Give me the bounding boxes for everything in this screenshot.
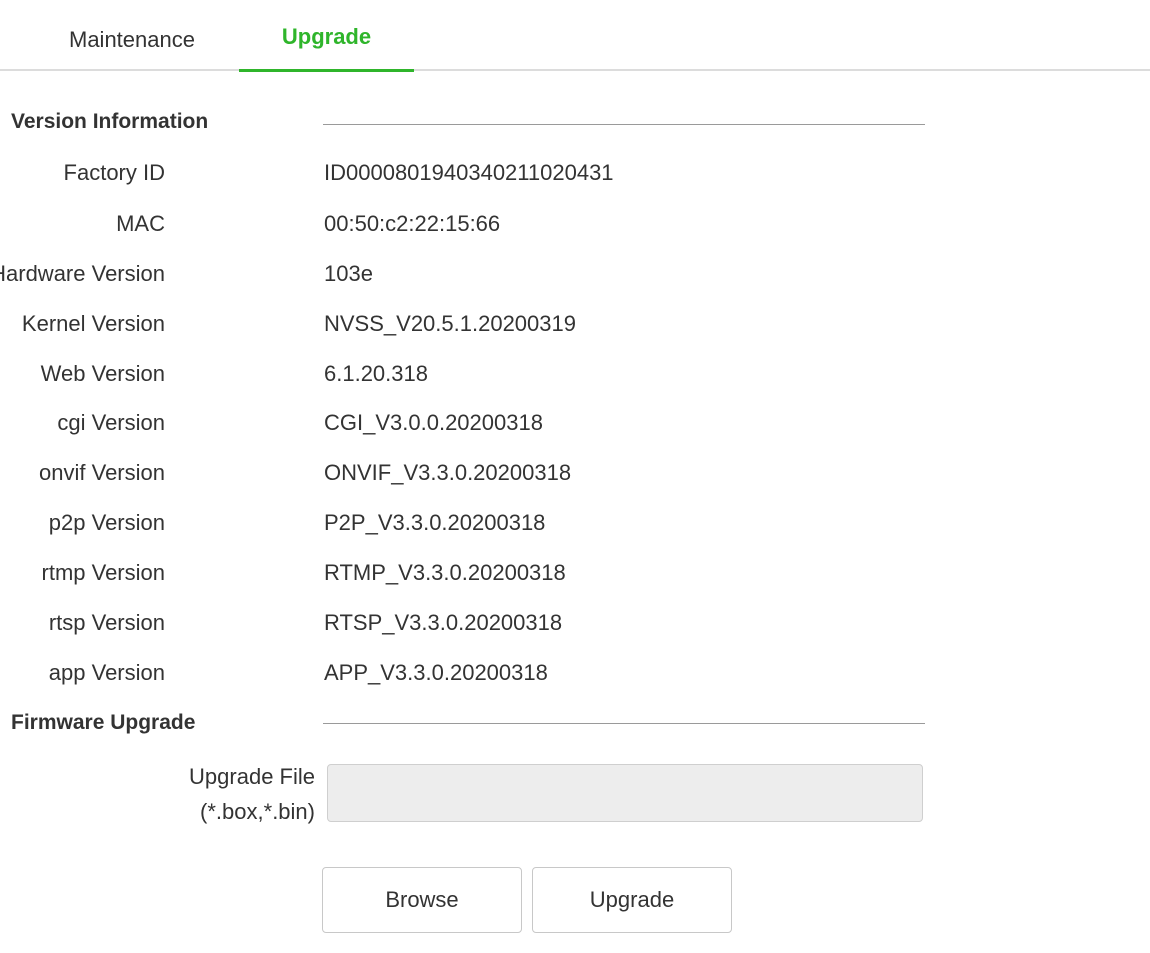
cgi-version-value: CGI_V3.0.0.20200318: [324, 410, 543, 435]
app-version-value: APP_V3.3.0.20200318: [324, 660, 548, 685]
info-row-onvif-version: onvif Version ONVIF_V3.3.0.20200318: [0, 460, 1000, 500]
kernel-version-value: NVSS_V20.5.1.20200319: [324, 311, 576, 336]
info-row-p2p-version: p2p Version P2P_V3.3.0.20200318: [0, 510, 1000, 550]
cgi-version-label: cgi Version: [57, 410, 165, 435]
web-version-value: 6.1.20.318: [324, 361, 428, 386]
tab-bar: Maintenance Upgrade: [0, 0, 1150, 72]
tab-maintenance[interactable]: Maintenance: [36, 0, 228, 69]
rtsp-version-label: rtsp Version: [48, 610, 165, 635]
version-information-heading: Version Information: [11, 110, 209, 133]
mac-value: 00:50:c2:22:15:66: [324, 211, 501, 236]
factory-id-value: ID00008019403402110204​31: [324, 160, 614, 185]
info-row-hardware-version: Hardware Version 103e: [0, 261, 1000, 301]
onvif-version-label: onvif Version: [39, 460, 165, 485]
section-divider: [323, 124, 925, 125]
upgrade-file-input[interactable]: [327, 764, 923, 822]
upgrade-file-label-line2: (*.box,*.bin): [200, 799, 315, 824]
app-version-label: app Version: [48, 660, 165, 685]
info-row-mac: MAC 00:50:c2:22:15:66: [0, 211, 1000, 251]
browse-button[interactable]: Browse: [322, 867, 522, 933]
p2p-version-label: p2p Version: [48, 510, 165, 535]
section-divider: [323, 723, 925, 724]
info-row-kernel-version: Kernel Version NVSS_V20.5.1.20200319: [0, 311, 1000, 351]
p2p-version-value: P2P_V3.3.0.20200318: [324, 510, 546, 535]
factory-id-label: Factory ID: [63, 160, 165, 185]
web-version-label: Web Version: [40, 361, 165, 386]
rtmp-version-value: RTMP_V3.3.0.20200318: [324, 560, 566, 585]
info-row-factory-id: Factory ID ID00008019403402110204​31: [0, 160, 1000, 200]
kernel-version-label: Kernel Version: [21, 311, 165, 336]
firmware-upgrade-heading: Firmware Upgrade: [11, 711, 196, 734]
hardware-version-label: Hardware Version: [0, 261, 165, 286]
info-row-rtsp-version: rtsp Version RTSP_V3.3.0.20200318: [0, 610, 1000, 650]
upgrade-file-label: Upgrade File (*.box,*.bin): [189, 759, 315, 829]
tab-upgrade[interactable]: Upgrade: [239, 0, 414, 72]
info-row-cgi-version: cgi Version CGI_V3.0.0.20200318: [0, 410, 1000, 450]
upgrade-file-label-line1: Upgrade File: [189, 764, 315, 789]
mac-label: MAC: [116, 211, 165, 236]
info-row-app-version: app Version APP_V3.3.0.20200318: [0, 660, 1000, 700]
rtmp-version-label: rtmp Version: [41, 560, 166, 585]
info-row-web-version: Web Version 6.1.20.318: [0, 361, 1000, 401]
rtsp-version-value: RTSP_V3.3.0.20200318: [324, 610, 563, 635]
onvif-version-value: ONVIF_V3.3.0.20200318: [324, 460, 572, 485]
hardware-version-value: 103e: [324, 261, 373, 286]
info-row-rtmp-version: rtmp Version RTMP_V3.3.0.20200318: [0, 560, 1000, 600]
upgrade-button[interactable]: Upgrade: [532, 867, 732, 933]
